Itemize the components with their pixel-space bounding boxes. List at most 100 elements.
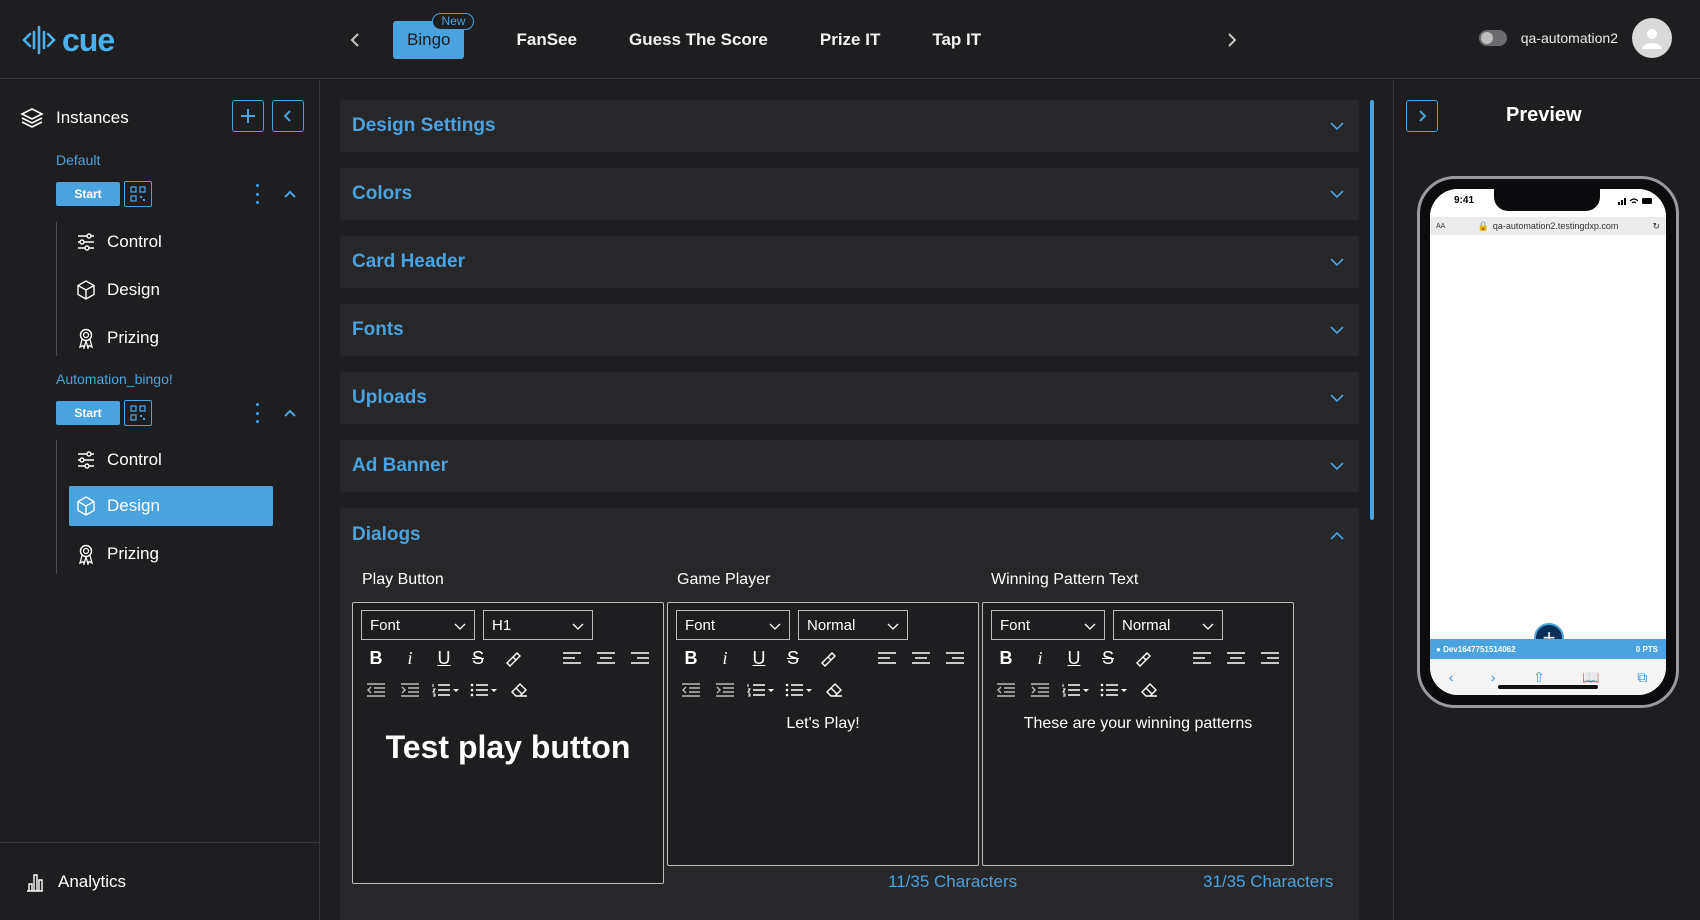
font-select[interactable]: Font <box>676 610 790 640</box>
sliders-icon <box>78 451 94 469</box>
align-center-icon[interactable] <box>593 647 619 669</box>
editor-content[interactable]: Let's Play! <box>668 715 978 733</box>
highlighter-icon[interactable] <box>499 647 525 669</box>
font-select[interactable]: Font <box>991 610 1105 640</box>
italic-icon[interactable]: i <box>712 647 738 669</box>
align-center-icon[interactable] <box>908 647 934 669</box>
highlighter-icon[interactable] <box>1129 647 1155 669</box>
cube-icon <box>77 496 95 516</box>
bold-icon[interactable]: B <box>678 647 704 669</box>
more-options-icon[interactable] <box>252 403 262 423</box>
tab-tap-it[interactable]: Tap IT <box>932 30 981 50</box>
sidebar-item-prizing[interactable]: Prizing <box>69 318 273 358</box>
section-colors[interactable]: Colors <box>340 168 1359 220</box>
indent-icon[interactable] <box>712 679 738 701</box>
bullet-list-icon[interactable] <box>784 679 814 701</box>
align-right-icon[interactable] <box>1257 647 1283 669</box>
underline-icon[interactable]: U <box>431 647 457 669</box>
avatar[interactable] <box>1632 18 1672 58</box>
expand-preview-button[interactable] <box>1406 100 1438 132</box>
tab-bingo[interactable]: Bingo New <box>393 13 475 59</box>
tab-prize-it[interactable]: Prize IT <box>820 30 880 50</box>
eraser-icon[interactable] <box>507 679 533 701</box>
section-ad-banner[interactable]: Ad Banner <box>340 440 1359 492</box>
theme-toggle[interactable] <box>1478 30 1507 46</box>
ordered-list-icon[interactable] <box>431 679 461 701</box>
chevron-down-icon <box>1330 326 1344 335</box>
phone-status-bar: 9:41 <box>1430 189 1666 215</box>
username[interactable]: qa-automation2 <box>1521 30 1618 46</box>
tabs-next-button[interactable] <box>1218 26 1246 54</box>
chevron-up-icon <box>284 409 296 417</box>
align-right-icon[interactable] <box>942 647 968 669</box>
eraser-icon[interactable] <box>1137 679 1163 701</box>
collapse-instance-button[interactable] <box>280 184 300 204</box>
collapse-sidebar-button[interactable] <box>272 100 304 132</box>
editor-label: Game Player <box>677 571 771 588</box>
bold-icon[interactable]: B <box>363 647 389 669</box>
sidebar-item-label: Prizing <box>107 544 159 563</box>
instance-name-default[interactable]: Default <box>56 152 100 168</box>
more-options-icon[interactable] <box>252 184 262 204</box>
eraser-icon[interactable] <box>822 679 848 701</box>
highlighter-icon[interactable] <box>814 647 840 669</box>
sidebar-item-prizing[interactable]: Prizing <box>69 534 273 574</box>
strikethrough-icon[interactable]: S <box>465 647 491 669</box>
strikethrough-icon[interactable]: S <box>1095 647 1121 669</box>
outdent-icon[interactable] <box>363 679 389 701</box>
chevron-down-icon <box>1330 190 1344 199</box>
tabs-icon: ⧉ <box>1637 668 1648 685</box>
section-title: Fonts <box>352 319 404 340</box>
align-left-icon[interactable] <box>559 647 585 669</box>
instance-name-automation-bingo[interactable]: Automation_bingo! <box>56 371 173 387</box>
qr-code-button[interactable] <box>124 181 152 207</box>
align-right-icon[interactable] <box>627 647 653 669</box>
ordered-list-icon[interactable] <box>746 679 776 701</box>
start-button[interactable]: Start <box>56 182 120 206</box>
sidebar-item-control[interactable]: Control <box>69 440 273 480</box>
sidebar-item-design[interactable]: Design <box>69 270 273 310</box>
bullet-list-icon[interactable] <box>1099 679 1129 701</box>
section-title[interactable]: Dialogs <box>352 524 421 546</box>
sidebar-item-design[interactable]: Design <box>69 486 273 526</box>
underline-icon[interactable]: U <box>746 647 772 669</box>
add-instance-button[interactable] <box>232 100 264 132</box>
section-uploads[interactable]: Uploads <box>340 372 1359 424</box>
section-fonts[interactable]: Fonts <box>340 304 1359 356</box>
forward-icon: › <box>1490 669 1496 685</box>
editor-content[interactable]: Test play button <box>353 729 663 766</box>
chevron-up-icon[interactable] <box>1329 528 1345 544</box>
section-design-settings[interactable]: Design Settings <box>340 100 1359 152</box>
italic-icon[interactable]: i <box>1027 647 1053 669</box>
strikethrough-icon[interactable]: S <box>780 647 806 669</box>
phone-url-bar: AA 🔒 qa-automation2.testingdxp.com ↻ <box>1430 217 1666 235</box>
indent-icon[interactable] <box>1027 679 1053 701</box>
editor-content[interactable]: These are your winning patterns <box>983 715 1293 733</box>
cue-logo[interactable]: cue <box>22 20 115 60</box>
align-left-icon[interactable] <box>1189 647 1215 669</box>
sidebar-item-analytics[interactable]: Analytics <box>0 842 319 920</box>
align-center-icon[interactable] <box>1223 647 1249 669</box>
outdent-icon[interactable] <box>678 679 704 701</box>
ordered-list-icon[interactable] <box>1061 679 1091 701</box>
size-select[interactable]: Normal <box>798 610 908 640</box>
align-left-icon[interactable] <box>874 647 900 669</box>
collapse-instance-button[interactable] <box>280 403 300 423</box>
indent-icon[interactable] <box>397 679 423 701</box>
sidebar-item-control[interactable]: Control <box>69 222 273 262</box>
bold-icon[interactable]: B <box>993 647 1019 669</box>
start-button[interactable]: Start <box>56 401 120 425</box>
section-card-header[interactable]: Card Header <box>340 236 1359 288</box>
underline-icon[interactable]: U <box>1061 647 1087 669</box>
qr-code-button[interactable] <box>124 400 152 426</box>
tab-guess-the-score[interactable]: Guess The Score <box>629 30 768 50</box>
size-select[interactable]: Normal <box>1113 610 1223 640</box>
italic-icon[interactable]: i <box>397 647 423 669</box>
tab-fansee[interactable]: FanSee <box>516 30 576 50</box>
bullet-list-icon[interactable] <box>469 679 499 701</box>
size-select[interactable]: H1 <box>483 610 593 640</box>
outdent-icon[interactable] <box>993 679 1019 701</box>
font-select[interactable]: Font <box>361 610 475 640</box>
tabs-prev-button[interactable] <box>341 26 369 54</box>
main-scrollbar[interactable] <box>1370 100 1374 520</box>
